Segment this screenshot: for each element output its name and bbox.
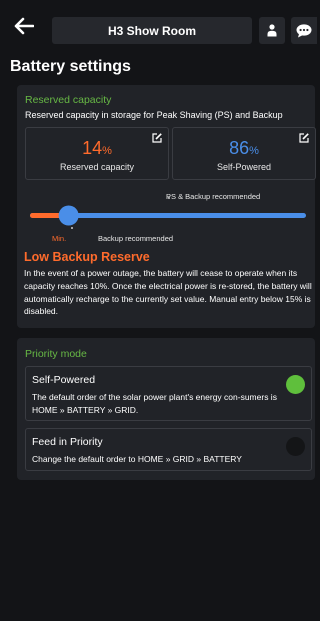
low-backup-warning-text: In the event of a power outage, the batt…	[24, 268, 312, 317]
reserved-value-display: 14%	[26, 138, 168, 159]
mode-active-indicator[interactable]	[286, 375, 305, 394]
ps-backup-recommended-label: PS & Backup recommended	[166, 192, 261, 201]
self-powered-unit: %	[249, 145, 259, 157]
page-title: Battery settings	[10, 58, 131, 75]
reserved-label: Reserved capacity	[59, 162, 135, 172]
reserved-capacity-box[interactable]: 14% Reserved capacity	[25, 127, 169, 180]
chat-bubble-icon	[296, 23, 312, 37]
slider-thumb[interactable]	[58, 205, 79, 226]
site-title[interactable]: H3 Show Room	[52, 17, 252, 44]
reserved-capacity-slider[interactable]	[30, 197, 306, 229]
user-icon	[267, 24, 277, 37]
user-button[interactable]	[259, 17, 285, 44]
reserved-unit: %	[102, 145, 112, 157]
mode-title: Self-Powered	[32, 374, 96, 386]
self-powered-box[interactable]: 86% Self-Powered	[172, 127, 316, 180]
low-backup-warning-title: Low Backup Reserve	[24, 250, 150, 264]
mode-title: Feed in Priority	[32, 436, 103, 448]
priority-section-title: Priority mode	[25, 348, 87, 360]
mode-inactive-indicator[interactable]	[286, 437, 305, 456]
self-value-display: 86%	[173, 138, 315, 159]
backup-recommended-label: Backup recommended	[98, 234, 174, 243]
backup-recommended-marker	[71, 227, 73, 229]
edit-icon[interactable]	[152, 133, 162, 143]
ps-backup-recommended-marker	[168, 197, 170, 199]
reserved-subtitle: Reserved capacity in storage for Peak Sh…	[25, 110, 283, 120]
reserved-value: 14	[82, 138, 103, 158]
mode-feed-in-priority[interactable]: Feed in Priority Change the default orde…	[25, 428, 312, 471]
self-powered-label: Self-Powered	[216, 162, 272, 172]
mode-description: Change the default order to HOME » GRID …	[32, 454, 242, 464]
self-powered-value: 86	[229, 138, 250, 158]
edit-icon[interactable]	[299, 133, 309, 143]
back-arrow-icon[interactable]	[14, 17, 34, 35]
mode-description: The default order of the solar power pla…	[32, 392, 277, 415]
chat-button[interactable]	[291, 17, 317, 44]
min-label: Min.	[52, 234, 67, 243]
reserved-section-title: Reserved capacity	[25, 94, 112, 106]
priority-mode-card: Priority mode Self-Powered The default o…	[17, 338, 315, 480]
top-bar: H3 Show Room	[0, 0, 317, 50]
mode-self-powered[interactable]: Self-Powered The default order of the so…	[25, 366, 312, 421]
